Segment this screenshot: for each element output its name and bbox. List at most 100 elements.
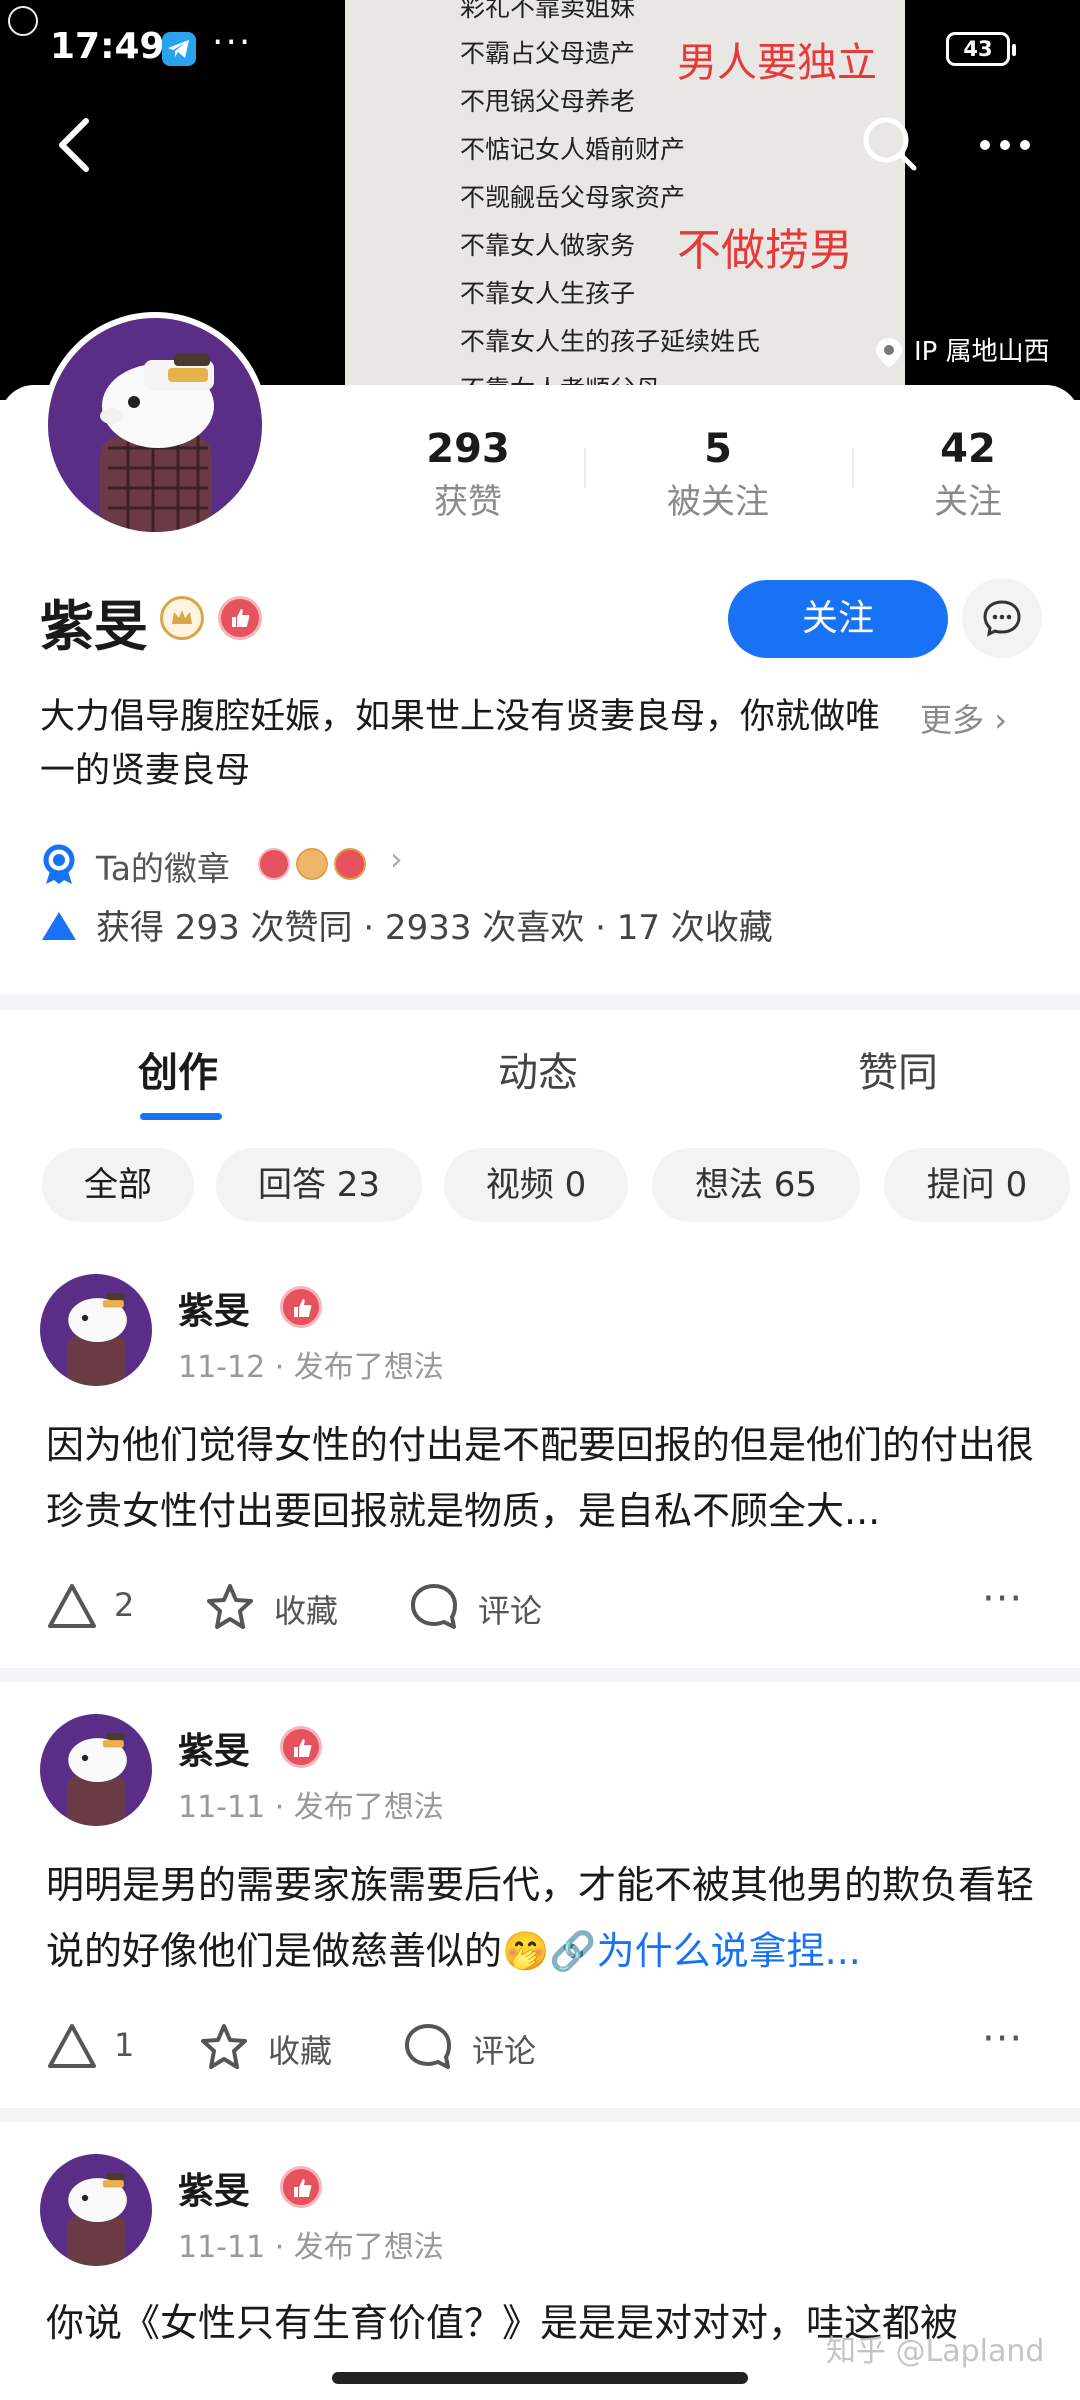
stat-followers[interactable]: 5 被关注: [628, 420, 808, 526]
search-icon: [863, 117, 917, 171]
battery-icon: 43: [946, 32, 1016, 66]
collect-label: 收藏: [268, 2032, 333, 2070]
back-button[interactable]: [50, 115, 100, 175]
location-pin-icon: [876, 338, 902, 368]
like-badge-icon[interactable]: [218, 596, 262, 640]
cover-line: 不靠女人做家务: [460, 231, 636, 260]
comment-icon: [405, 2024, 451, 2069]
upvote-button[interactable]: 2: [46, 1582, 156, 1632]
medals-label: Ta的徽章: [96, 849, 230, 888]
stat-label: 获赞: [434, 482, 502, 522]
stat-label: 关注: [934, 482, 1002, 522]
post-author[interactable]: 紫旻: [178, 2162, 250, 2214]
comment-icon: [411, 1584, 457, 1629]
follow-button[interactable]: 关注: [728, 580, 948, 658]
comment-button[interactable]: 评论: [402, 2022, 552, 2072]
section-divider: [0, 994, 1080, 1010]
ip-location-text: IP 属地山西: [914, 337, 1050, 367]
like-badge-icon: [280, 1726, 322, 1768]
tab-indicator: [140, 1113, 222, 1120]
chevron-right-icon: ›: [390, 840, 403, 878]
avatar-illustration-icon: [67, 2172, 127, 2266]
star-icon: [201, 2024, 247, 2069]
collect-button[interactable]: 收藏: [198, 2022, 348, 2072]
status-indicator-icon: [8, 6, 38, 36]
avatar-illustration-icon: [100, 354, 214, 532]
profile-name: 紫旻: [40, 595, 148, 658]
post-author[interactable]: 紫旻: [178, 1282, 250, 1334]
post-divider: [0, 2108, 1080, 2122]
comment-label: 评论: [478, 1592, 543, 1630]
avatar-illustration-icon: [67, 1292, 127, 1386]
upvote-count: 2: [114, 1586, 135, 1624]
post-more-icon[interactable]: ···: [982, 2016, 1023, 2062]
avatar[interactable]: [40, 1714, 152, 1826]
summary-text: 获得 293 次赞同 · 2933 次喜欢 · 17 次收藏: [96, 908, 773, 948]
divider: [584, 448, 586, 488]
post-meta: 11-11 · 发布了想法: [178, 1790, 444, 1825]
comment-button[interactable]: 评论: [408, 1582, 558, 1632]
filter-all[interactable]: 全部: [42, 1148, 194, 1222]
upvote-button[interactable]: 1: [46, 2022, 156, 2072]
filter-videos[interactable]: 视频 0: [444, 1148, 628, 1222]
avatar-illustration-icon: [67, 1732, 127, 1826]
avatar[interactable]: [40, 2154, 152, 2266]
upvote-triangle-icon: [42, 912, 76, 940]
status-bar: 17:49 ··· 43: [0, 0, 1080, 100]
cover-line: 不惦记女人婚前财产: [460, 135, 686, 164]
tab-activity[interactable]: 动态: [498, 1040, 578, 1098]
stat-following[interactable]: 42 关注: [878, 420, 1058, 526]
chevron-right-icon: ›: [994, 701, 1007, 739]
upvote-triangle-icon: [48, 1584, 96, 1628]
more-notifications-icon: ···: [212, 22, 253, 63]
post-content[interactable]: 因为他们觉得女性的付出是不配要回报的但是他们的付出很珍贵女性付出要回报就是物质，…: [46, 1412, 1036, 1544]
like-badge-icon: [280, 2166, 322, 2208]
filter-answers[interactable]: 回答 23: [216, 1148, 422, 1222]
stat-likes[interactable]: 293 获赞: [378, 420, 558, 526]
chat-bubble-icon: [983, 600, 1021, 637]
post-meta: 11-11 · 发布了想法: [178, 2230, 444, 2265]
upvote-count: 1: [114, 2026, 135, 2064]
writer-badge-icon: [334, 848, 366, 880]
post-content[interactable]: 明明是男的需要家族需要后代，才能不被其他男的欺负看轻说的好像他们是做慈善似的🤭🔗…: [46, 1852, 1036, 1984]
crown-badge-icon[interactable]: [160, 596, 204, 640]
post-link[interactable]: 🔗为什么说拿捏...: [549, 1929, 861, 1973]
post-text: 明明是男的需要家族需要后代，才能不被其他男的欺负看轻说的好像他们是做慈善似的🤭: [46, 1863, 1035, 1973]
home-indicator[interactable]: [332, 2372, 748, 2384]
filter-questions[interactable]: 提问 0: [884, 1148, 1070, 1222]
post-meta: 11-12 · 发布了想法: [178, 1350, 444, 1385]
creator-badge-icon: [296, 848, 328, 880]
search-button[interactable]: [858, 112, 922, 176]
post-author[interactable]: 紫旻: [178, 1722, 250, 1774]
divider: [852, 448, 854, 488]
cover-red-text: 不做捞男: [677, 225, 853, 276]
post-divider: [0, 1668, 1080, 1682]
cover-line: 不靠女人生的孩子延续姓氏: [460, 327, 761, 356]
cover-line: 不觊觎岳父母家资产: [460, 183, 686, 212]
avatar[interactable]: [40, 1274, 152, 1386]
cover-line: 不靠女人生孩子: [460, 279, 636, 308]
stat-label: 被关注: [667, 482, 769, 522]
telegram-icon: [162, 32, 196, 66]
more-label: 更多: [920, 701, 985, 739]
profile-avatar[interactable]: [42, 312, 268, 538]
ip-location: IP 属地山西: [870, 332, 1050, 372]
watermark: 知乎 @Lapland: [826, 2334, 1045, 2369]
status-time: 17:49: [50, 26, 165, 67]
thumbs-badge-icon: [258, 848, 290, 880]
bio-more-link[interactable]: 更多 ›: [920, 695, 1007, 741]
upvote-triangle-icon: [48, 2024, 96, 2068]
post-more-icon[interactable]: ···: [982, 1576, 1023, 1622]
tab-upvoted[interactable]: 赞同: [858, 1040, 938, 1098]
stat-value: 293: [426, 426, 510, 472]
like-badge-icon: [280, 1286, 322, 1328]
message-button[interactable]: [962, 578, 1042, 658]
collect-label: 收藏: [274, 1592, 339, 1630]
profile-bio: 大力倡导腹腔妊娠，如果世上没有贤妻良母，你就做唯一的贤妻良母: [40, 697, 881, 791]
filter-ideas[interactable]: 想法 65: [652, 1148, 860, 1222]
more-options-button[interactable]: [975, 120, 1035, 170]
star-icon: [207, 1584, 253, 1629]
chevron-left-icon: [59, 118, 89, 172]
collect-button[interactable]: 收藏: [204, 1582, 354, 1632]
tab-creation[interactable]: 创作: [138, 1040, 218, 1098]
